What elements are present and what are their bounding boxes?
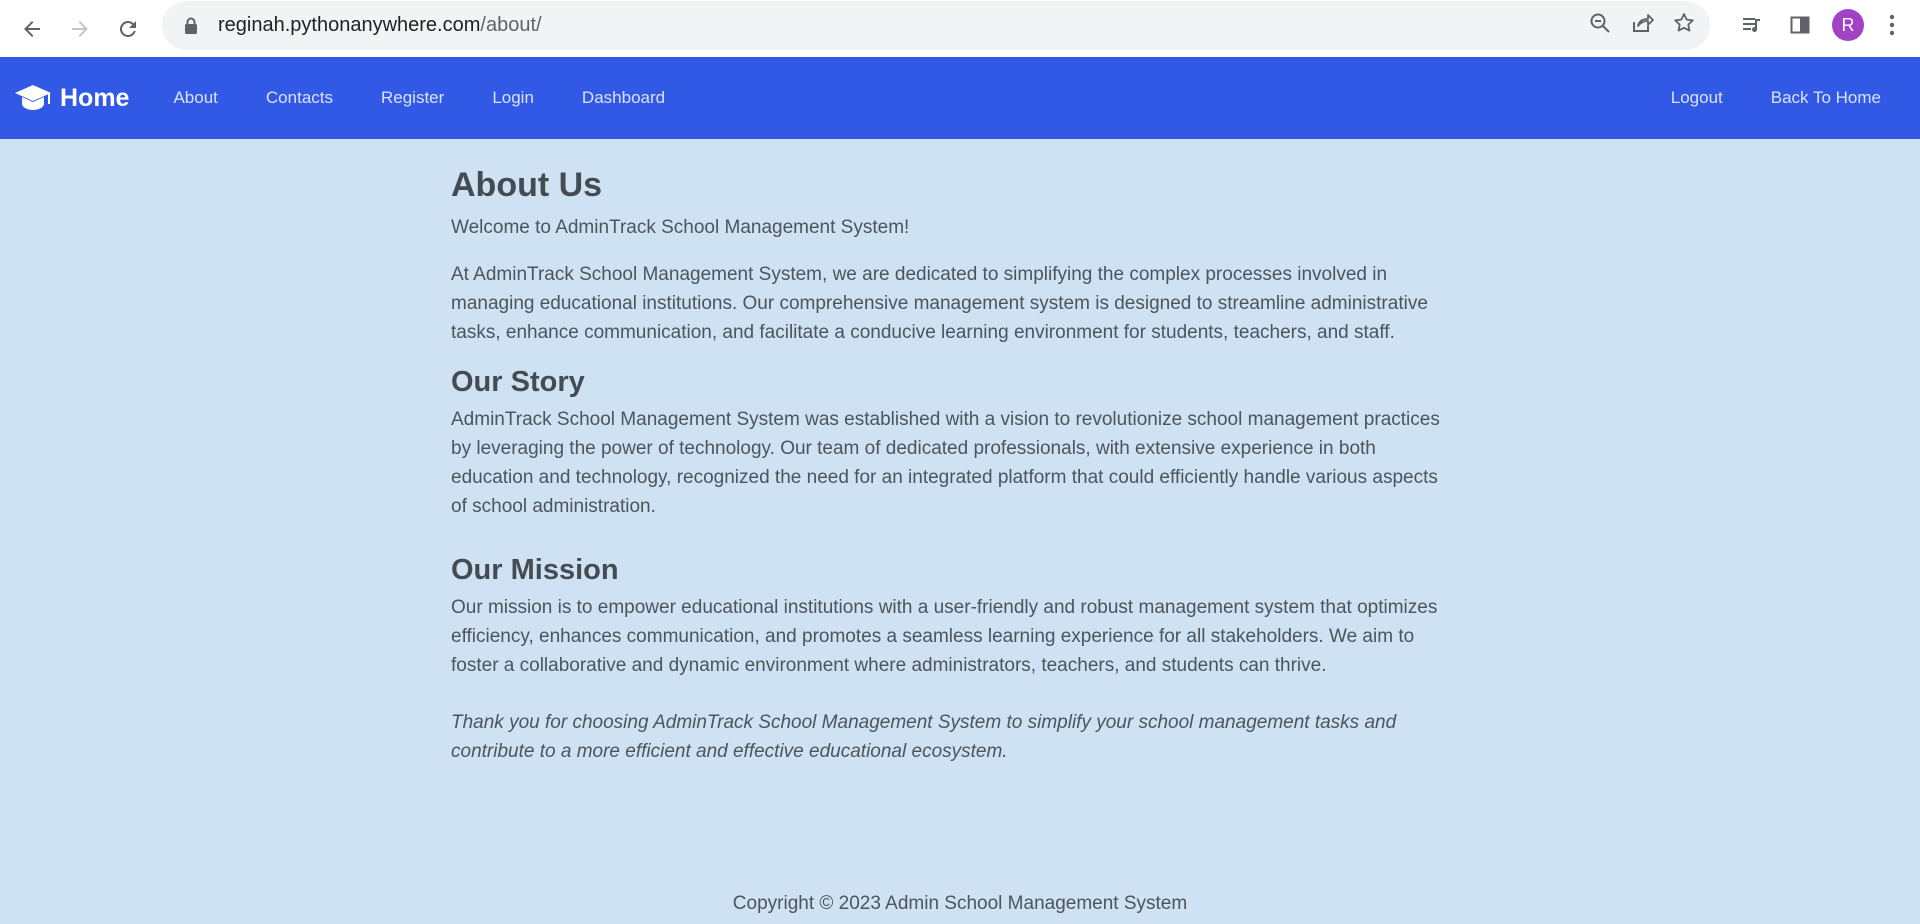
more-menu-icon[interactable] [1872,1,1912,49]
address-bar[interactable]: reginah.pythonanywhere.com/about/ [162,1,1710,50]
mission-heading: Our Mission [451,554,619,586]
thank-you-note: Thank you for choosing AdminTrack School… [451,712,1397,762]
graduation-cap-icon [14,83,52,113]
bookmark-star-icon[interactable] [1672,11,1696,40]
brand-home-link[interactable]: Home [14,83,129,113]
site-navbar: Home About Contacts Register Login Dashb… [0,57,1920,139]
url-path: /about/ [480,14,542,36]
media-playlist-icon[interactable] [1728,1,1776,49]
story-heading: Our Story [451,366,585,398]
page-title: About Us [451,166,603,204]
nav-links: About Contacts Register Login Dashboard [149,88,689,108]
nav-link-logout[interactable]: Logout [1647,88,1747,108]
avatar: R [1832,9,1864,41]
nav-link-login[interactable]: Login [468,88,558,108]
nav-link-dashboard[interactable]: Dashboard [558,88,689,108]
story-paragraph: AdminTrack School Management System was … [451,409,1440,517]
brand-label: Home [60,83,130,112]
mission-paragraph: Our mission is to empower educational in… [451,597,1438,676]
forward-icon[interactable] [56,5,104,53]
side-panel-icon[interactable] [1776,1,1824,49]
zoom-icon[interactable] [1588,11,1612,40]
nav-right-links: Logout Back To Home [1647,57,1905,139]
nav-link-back-to-home[interactable]: Back To Home [1747,88,1905,108]
intro-paragraph: At AdminTrack School Management System, … [451,264,1428,343]
reload-icon[interactable] [104,5,152,53]
profile-avatar[interactable]: R [1824,1,1872,49]
browser-toolbar: reginah.pythonanywhere.com/about/ R [0,0,1920,57]
url-text[interactable]: reginah.pythonanywhere.com/about/ [218,14,542,37]
share-icon[interactable] [1630,11,1654,40]
nav-link-register[interactable]: Register [357,88,468,108]
lock-icon[interactable] [182,17,200,34]
nav-link-about[interactable]: About [149,88,241,108]
nav-link-contacts[interactable]: Contacts [242,88,357,108]
welcome-text: Welcome to AdminTrack School Management … [451,217,910,238]
footer-copyright: Copyright © 2023 Admin School Management… [732,893,1188,914]
url-host: reginah.pythonanywhere.com [218,14,481,36]
about-content: About Us Welcome to AdminTrack School Ma… [451,163,1441,766]
back-icon[interactable] [8,5,56,53]
